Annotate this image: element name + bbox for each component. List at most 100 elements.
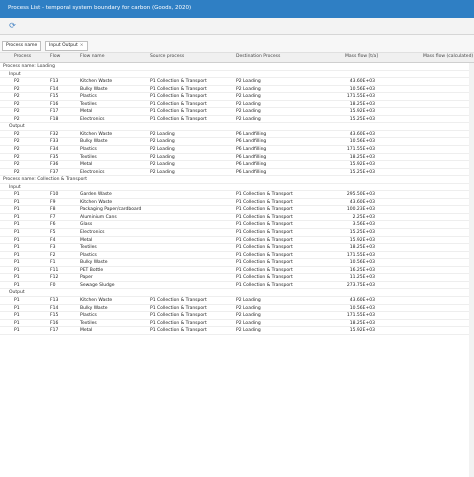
cell-flow-name: Aluminium Cans <box>80 214 117 220</box>
table-row[interactable]: P1 F15 Plastics P1 Collection & Transport P2… <box>0 312 474 320</box>
cell-mass-flow: 10.56E+03 <box>349 139 375 145</box>
table-row[interactable]: P2 F34 Plastics P2 Loading P6 Landfilling 171… <box>0 146 474 154</box>
cell-flow-name: Metal <box>80 328 93 334</box>
cell-process: P2 <box>14 101 20 107</box>
subgroup-label: Output <box>9 124 25 130</box>
cell-process: P1 <box>14 260 20 266</box>
group-row[interactable]: Process name: Loading <box>0 63 474 71</box>
cell-destination-process: P2 Loading <box>236 328 261 334</box>
cell-process: P1 <box>14 328 20 334</box>
cell-destination-process: P6 Landfilling <box>236 154 267 160</box>
cell-flow-name: Textiles <box>80 154 97 160</box>
table-row[interactable]: P2 F18 Electronics P1 Collection & Transpor… <box>0 116 474 124</box>
cell-process: P1 <box>14 222 20 228</box>
table-row[interactable]: P2 F15 Plastics P1 Collection & Transport P2… <box>0 93 474 101</box>
cell-mass-flow: 43.60E+03 <box>349 199 375 205</box>
column-header-process[interactable]: Process <box>14 54 31 59</box>
cell-process: P1 <box>14 252 20 258</box>
table-row[interactable]: P1 F0 Sewage Sludge P1 Collection & Transpo… <box>0 282 474 290</box>
table-row[interactable]: P2 F33 Bulky Waste P2 Loading P6 Landfilling… <box>0 138 474 147</box>
cell-flow-name: Plastics <box>80 313 97 319</box>
cell-mass-flow: 171.55E+03 <box>346 147 375 153</box>
cell-mass-flow: 16.25E+03 <box>349 267 375 273</box>
cell-flow-name: Textiles <box>80 101 97 107</box>
cell-destination-process: P1 Collection & Transport <box>236 199 293 205</box>
cell-destination-process: P2 Loading <box>236 94 261 100</box>
cell-flow: F11 <box>50 267 59 273</box>
cell-mass-flow: 10.56E+03 <box>349 86 375 92</box>
table-row[interactable]: P1 F13 Kitchen Waste P1 Collection & Transp… <box>0 297 474 305</box>
table-row[interactable]: P2 F37 Electronics P2 Loading P6 Landfilling… <box>0 169 474 177</box>
column-header-mass-flow[interactable]: Mass flow [t/a] <box>345 54 378 59</box>
column-header-source-process[interactable]: Source process <box>150 54 184 59</box>
subgroup-row[interactable]: Input <box>0 184 474 192</box>
cell-mass-flow: 171.55E+03 <box>346 313 375 319</box>
table-row[interactable]: P2 F14 Bulky Waste P1 Collection & Transpor… <box>0 86 474 94</box>
table-row[interactable]: P2 F17 Metal P1 Collection & Transport P2 Lo… <box>0 108 474 116</box>
table-row[interactable]: P1 F8 Packaging Paper/cardboard P1 Collecti… <box>0 206 474 214</box>
cell-flow-name: Plastics <box>80 94 97 100</box>
cell-mass-flow: 15.25E+03 <box>349 230 375 236</box>
cell-process: P2 <box>14 109 20 115</box>
cell-flow-name: Electronics <box>80 169 105 175</box>
cell-flow-name: Bulky Waste <box>80 139 108 145</box>
cell-flow: F13 <box>50 297 59 303</box>
cell-flow-name: Electronics <box>80 116 105 122</box>
cell-source-process: P2 Loading <box>150 131 175 137</box>
table-row[interactable]: P2 F32 Kitchen Waste P2 Loading P6 Landfilli… <box>0 131 474 139</box>
cell-destination-process: P2 Loading <box>236 297 261 303</box>
table-row[interactable]: P2 F16 Textiles P1 Collection & Transport P2… <box>0 101 474 109</box>
group-chip-process-name[interactable]: Process name <box>2 41 42 51</box>
subgroup-row[interactable]: Output <box>0 289 474 297</box>
column-header-row: Process Flow Flow name Source process De… <box>0 53 474 63</box>
cell-mass-flow: 15.92E+03 <box>349 237 375 243</box>
table-row[interactable]: P1 F16 Textiles P1 Collection & Transport P2… <box>0 320 474 328</box>
group-row[interactable]: Process name: Collection & Transport <box>0 176 474 184</box>
cell-flow: F37 <box>50 169 59 175</box>
table-row[interactable]: P1 F1 Bulky Waste P1 Collection & Transport… <box>0 259 474 267</box>
cell-mass-flow: 3.56E+03 <box>352 222 375 228</box>
cell-source-process: P1 Collection & Transport <box>150 109 207 115</box>
cell-flow-name: Metal <box>80 109 93 115</box>
column-header-mass-flow-calculated[interactable]: Mass flow (calculated) <box>423 54 473 59</box>
cell-mass-flow: 43.60E+03 <box>349 131 375 137</box>
column-header-flow-name[interactable]: Flow name <box>80 54 104 59</box>
cell-mass-flow: 15.92E+03 <box>349 162 375 168</box>
table-row[interactable]: P2 F13 Kitchen Waste P1 Collection & Transp… <box>0 78 474 86</box>
table-row[interactable]: P1 F6 Glass P1 Collection & Transport 3.56E+… <box>0 221 474 230</box>
table-row[interactable]: P1 F7 Aluminium Cans P1 Collection & Transp… <box>0 214 474 222</box>
table-row[interactable]: P1 F11 PET Bottle P1 Collection & Transport… <box>0 267 474 275</box>
table-row[interactable]: P1 F2 Plastics P1 Collection & Transport 171… <box>0 252 474 260</box>
cell-flow: F14 <box>50 305 59 311</box>
cell-flow-name: Kitchen Waste <box>80 297 113 303</box>
table-row[interactable]: P1 F4 Metal P1 Collection & Transport 15.92E… <box>0 237 474 245</box>
cell-mass-flow: 15.25E+03 <box>349 116 375 122</box>
group-chip-input-output[interactable]: Input Output × <box>45 41 88 51</box>
cell-process: P1 <box>14 320 20 326</box>
table-row[interactable]: P1 F3 Textiles P1 Collection & Transport 18.… <box>0 244 474 252</box>
subgroup-row[interactable]: Input <box>0 71 474 79</box>
table-row[interactable]: P1 F5 Electronics P1 Collection & Transport… <box>0 229 474 237</box>
subgroup-row[interactable]: Output <box>0 123 474 131</box>
table-row[interactable]: P1 F12 Paper P1 Collection & Transport 11.25… <box>0 274 474 282</box>
column-header-flow[interactable]: Flow <box>50 54 60 59</box>
refresh-icon[interactable]: ⟳ <box>8 21 17 30</box>
cell-flow: F16 <box>50 101 59 107</box>
table-row[interactable]: P1 F9 Kitchen Waste P1 Collection & Transpo… <box>0 199 474 207</box>
cell-flow-name: Packaging Paper/cardboard <box>80 207 142 213</box>
table-row[interactable]: P1 F10 Garden Waste P1 Collection & Transpo… <box>0 191 474 199</box>
cell-destination-process: P6 Landfilling <box>236 147 267 153</box>
cell-source-process: P1 Collection & Transport <box>150 328 207 334</box>
cell-mass-flow: 15.25E+03 <box>349 169 375 175</box>
toolbar: ⟳ <box>0 18 474 35</box>
table-row[interactable]: P2 F36 Metal P2 Loading P6 Landfilling 15.92E… <box>0 161 474 169</box>
vertical-scrollbar[interactable] <box>469 63 474 477</box>
table-row[interactable]: P2 F35 Textiles P2 Loading P6 Landfilling 18.… <box>0 154 474 162</box>
cell-process: P2 <box>14 131 20 137</box>
table-row[interactable]: P1 F17 Metal P1 Collection & Transport P2 Lo… <box>0 327 474 335</box>
table-row[interactable]: P1 F14 Bulky Waste P1 Collection & Transpor… <box>0 305 474 313</box>
cell-mass-flow: 10.56E+03 <box>349 305 375 311</box>
cell-destination-process: P1 Collection & Transport <box>236 260 293 266</box>
column-header-destination-process[interactable]: Destination Process <box>236 54 280 59</box>
close-icon[interactable]: × <box>80 43 84 48</box>
